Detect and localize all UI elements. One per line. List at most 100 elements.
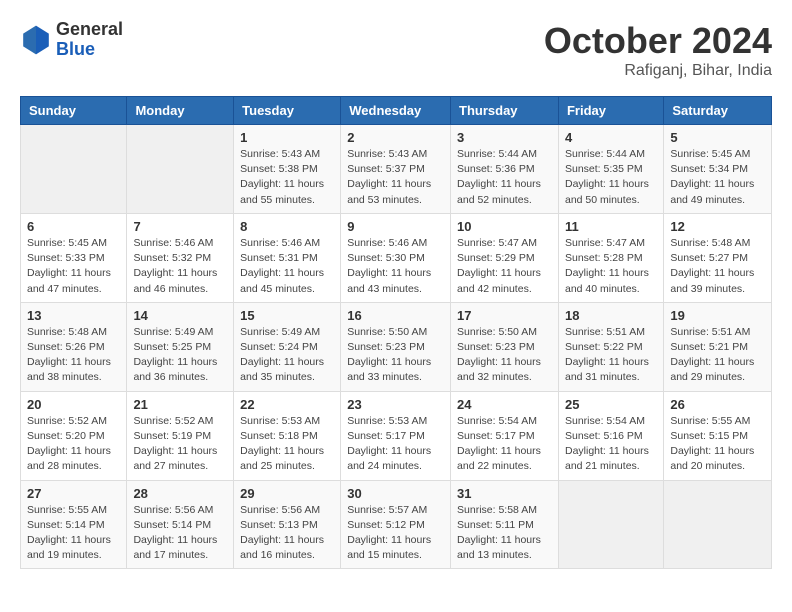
calendar-cell: 5 Sunrise: 5:45 AM Sunset: 5:34 PM Daylig… xyxy=(664,125,772,214)
day-info: Sunrise: 5:48 AM Sunset: 5:26 PM Dayligh… xyxy=(27,325,120,386)
calendar-cell: 18 Sunrise: 5:51 AM Sunset: 5:22 PM Dayli… xyxy=(558,302,663,391)
day-info: Sunrise: 5:51 AM Sunset: 5:21 PM Dayligh… xyxy=(670,325,765,386)
calendar-cell: 15 Sunrise: 5:49 AM Sunset: 5:24 PM Dayli… xyxy=(234,302,341,391)
day-info: Sunrise: 5:49 AM Sunset: 5:25 PM Dayligh… xyxy=(133,325,227,386)
calendar-cell: 13 Sunrise: 5:48 AM Sunset: 5:26 PM Dayli… xyxy=(21,302,127,391)
day-number: 31 xyxy=(457,486,552,501)
day-number: 22 xyxy=(240,397,334,412)
calendar-cell: 31Sunrise: 5:58 AM Sunset: 5:11 PM Dayli… xyxy=(451,480,559,569)
day-number: 6 xyxy=(27,219,120,234)
header-row: Sunday Monday Tuesday Wednesday Thursday… xyxy=(21,97,772,125)
calendar-cell: 22 Sunrise: 5:53 AM Sunset: 5:18 PM Dayli… xyxy=(234,391,341,480)
day-number: 4 xyxy=(565,130,657,145)
calendar-week-1: 6 Sunrise: 5:45 AM Sunset: 5:33 PM Daylig… xyxy=(21,213,772,302)
day-info: Sunrise: 5:45 AM Sunset: 5:33 PM Dayligh… xyxy=(27,236,120,297)
day-info: Sunrise: 5:51 AM Sunset: 5:22 PM Dayligh… xyxy=(565,325,657,386)
header-monday: Monday xyxy=(127,97,234,125)
day-number: 23 xyxy=(347,397,444,412)
calendar-week-2: 13 Sunrise: 5:48 AM Sunset: 5:26 PM Dayli… xyxy=(21,302,772,391)
calendar-cell: 7 Sunrise: 5:46 AM Sunset: 5:32 PM Daylig… xyxy=(127,213,234,302)
logo-general: General xyxy=(56,20,123,40)
day-info: Sunrise: 5:46 AM Sunset: 5:30 PM Dayligh… xyxy=(347,236,444,297)
calendar-cell: 29 Sunrise: 5:56 AM Sunset: 5:13 PM Dayli… xyxy=(234,480,341,569)
calendar-cell: 4 Sunrise: 5:44 AM Sunset: 5:35 PM Daylig… xyxy=(558,125,663,214)
page-header: General Blue October 2024 Rafiganj, Biha… xyxy=(20,20,772,80)
calendar-cell: 9Sunrise: 5:46 AM Sunset: 5:30 PM Daylig… xyxy=(341,213,451,302)
day-number: 27 xyxy=(27,486,120,501)
day-number: 19 xyxy=(670,308,765,323)
day-number: 29 xyxy=(240,486,334,501)
calendar-cell: 6 Sunrise: 5:45 AM Sunset: 5:33 PM Daylig… xyxy=(21,213,127,302)
calendar-cell: 23 Sunrise: 5:53 AM Sunset: 5:17 PM Dayli… xyxy=(341,391,451,480)
day-number: 8 xyxy=(240,219,334,234)
calendar-cell: 16 Sunrise: 5:50 AM Sunset: 5:23 PM Dayli… xyxy=(341,302,451,391)
day-number: 10 xyxy=(457,219,552,234)
day-info: Sunrise: 5:46 AM Sunset: 5:32 PM Dayligh… xyxy=(133,236,227,297)
day-number: 17 xyxy=(457,308,552,323)
day-info: Sunrise: 5:47 AM Sunset: 5:28 PM Dayligh… xyxy=(565,236,657,297)
logo-text: General Blue xyxy=(56,20,123,60)
calendar-week-3: 20 Sunrise: 5:52 AM Sunset: 5:20 PM Dayli… xyxy=(21,391,772,480)
day-number: 24 xyxy=(457,397,552,412)
calendar-cell: 26 Sunrise: 5:55 AM Sunset: 5:15 PM Dayli… xyxy=(664,391,772,480)
calendar-cell: 2Sunrise: 5:43 AM Sunset: 5:37 PM Daylig… xyxy=(341,125,451,214)
calendar-cell: 17 Sunrise: 5:50 AM Sunset: 5:23 PM Dayli… xyxy=(451,302,559,391)
day-info: Sunrise: 5:43 AM Sunset: 5:37 PM Dayligh… xyxy=(347,147,444,208)
calendar-cell: 1Sunrise: 5:43 AM Sunset: 5:38 PM Daylig… xyxy=(234,125,341,214)
day-number: 18 xyxy=(565,308,657,323)
day-info: Sunrise: 5:49 AM Sunset: 5:24 PM Dayligh… xyxy=(240,325,334,386)
day-number: 13 xyxy=(27,308,120,323)
calendar-week-0: 1Sunrise: 5:43 AM Sunset: 5:38 PM Daylig… xyxy=(21,125,772,214)
day-info: Sunrise: 5:46 AM Sunset: 5:31 PM Dayligh… xyxy=(240,236,334,297)
header-tuesday: Tuesday xyxy=(234,97,341,125)
calendar-cell xyxy=(664,480,772,569)
day-info: Sunrise: 5:54 AM Sunset: 5:16 PM Dayligh… xyxy=(565,414,657,475)
day-number: 26 xyxy=(670,397,765,412)
location-title: Rafiganj, Bihar, India xyxy=(544,62,772,80)
calendar-body: 1Sunrise: 5:43 AM Sunset: 5:38 PM Daylig… xyxy=(21,125,772,569)
calendar-cell: 3 Sunrise: 5:44 AM Sunset: 5:36 PM Daylig… xyxy=(451,125,559,214)
calendar-cell: 21Sunrise: 5:52 AM Sunset: 5:19 PM Dayli… xyxy=(127,391,234,480)
logo: General Blue xyxy=(20,20,123,60)
day-info: Sunrise: 5:50 AM Sunset: 5:23 PM Dayligh… xyxy=(347,325,444,386)
day-info: Sunrise: 5:53 AM Sunset: 5:18 PM Dayligh… xyxy=(240,414,334,475)
header-saturday: Saturday xyxy=(664,97,772,125)
calendar-cell: 20 Sunrise: 5:52 AM Sunset: 5:20 PM Dayli… xyxy=(21,391,127,480)
day-info: Sunrise: 5:44 AM Sunset: 5:36 PM Dayligh… xyxy=(457,147,552,208)
calendar-cell: 11 Sunrise: 5:47 AM Sunset: 5:28 PM Dayli… xyxy=(558,213,663,302)
day-number: 5 xyxy=(670,130,765,145)
calendar-cell: 8 Sunrise: 5:46 AM Sunset: 5:31 PM Daylig… xyxy=(234,213,341,302)
day-number: 25 xyxy=(565,397,657,412)
calendar-cell: 14Sunrise: 5:49 AM Sunset: 5:25 PM Dayli… xyxy=(127,302,234,391)
day-number: 15 xyxy=(240,308,334,323)
day-info: Sunrise: 5:48 AM Sunset: 5:27 PM Dayligh… xyxy=(670,236,765,297)
day-info: Sunrise: 5:53 AM Sunset: 5:17 PM Dayligh… xyxy=(347,414,444,475)
calendar-table: Sunday Monday Tuesday Wednesday Thursday… xyxy=(20,96,772,569)
day-number: 20 xyxy=(27,397,120,412)
header-thursday: Thursday xyxy=(451,97,559,125)
calendar-cell xyxy=(21,125,127,214)
day-number: 16 xyxy=(347,308,444,323)
day-info: Sunrise: 5:55 AM Sunset: 5:14 PM Dayligh… xyxy=(27,503,120,564)
calendar-cell: 24Sunrise: 5:54 AM Sunset: 5:17 PM Dayli… xyxy=(451,391,559,480)
day-info: Sunrise: 5:55 AM Sunset: 5:15 PM Dayligh… xyxy=(670,414,765,475)
day-number: 7 xyxy=(133,219,227,234)
day-number: 28 xyxy=(133,486,227,501)
day-info: Sunrise: 5:56 AM Sunset: 5:13 PM Dayligh… xyxy=(240,503,334,564)
day-info: Sunrise: 5:50 AM Sunset: 5:23 PM Dayligh… xyxy=(457,325,552,386)
calendar-cell xyxy=(127,125,234,214)
day-number: 11 xyxy=(565,219,657,234)
month-title: October 2024 xyxy=(544,20,772,62)
day-info: Sunrise: 5:56 AM Sunset: 5:14 PM Dayligh… xyxy=(133,503,227,564)
day-info: Sunrise: 5:44 AM Sunset: 5:35 PM Dayligh… xyxy=(565,147,657,208)
day-number: 21 xyxy=(133,397,227,412)
calendar-week-4: 27 Sunrise: 5:55 AM Sunset: 5:14 PM Dayli… xyxy=(21,480,772,569)
day-info: Sunrise: 5:45 AM Sunset: 5:34 PM Dayligh… xyxy=(670,147,765,208)
day-info: Sunrise: 5:57 AM Sunset: 5:12 PM Dayligh… xyxy=(347,503,444,564)
day-number: 3 xyxy=(457,130,552,145)
header-sunday: Sunday xyxy=(21,97,127,125)
calendar-cell: 27 Sunrise: 5:55 AM Sunset: 5:14 PM Dayli… xyxy=(21,480,127,569)
day-info: Sunrise: 5:43 AM Sunset: 5:38 PM Dayligh… xyxy=(240,147,334,208)
header-wednesday: Wednesday xyxy=(341,97,451,125)
day-info: Sunrise: 5:52 AM Sunset: 5:20 PM Dayligh… xyxy=(27,414,120,475)
